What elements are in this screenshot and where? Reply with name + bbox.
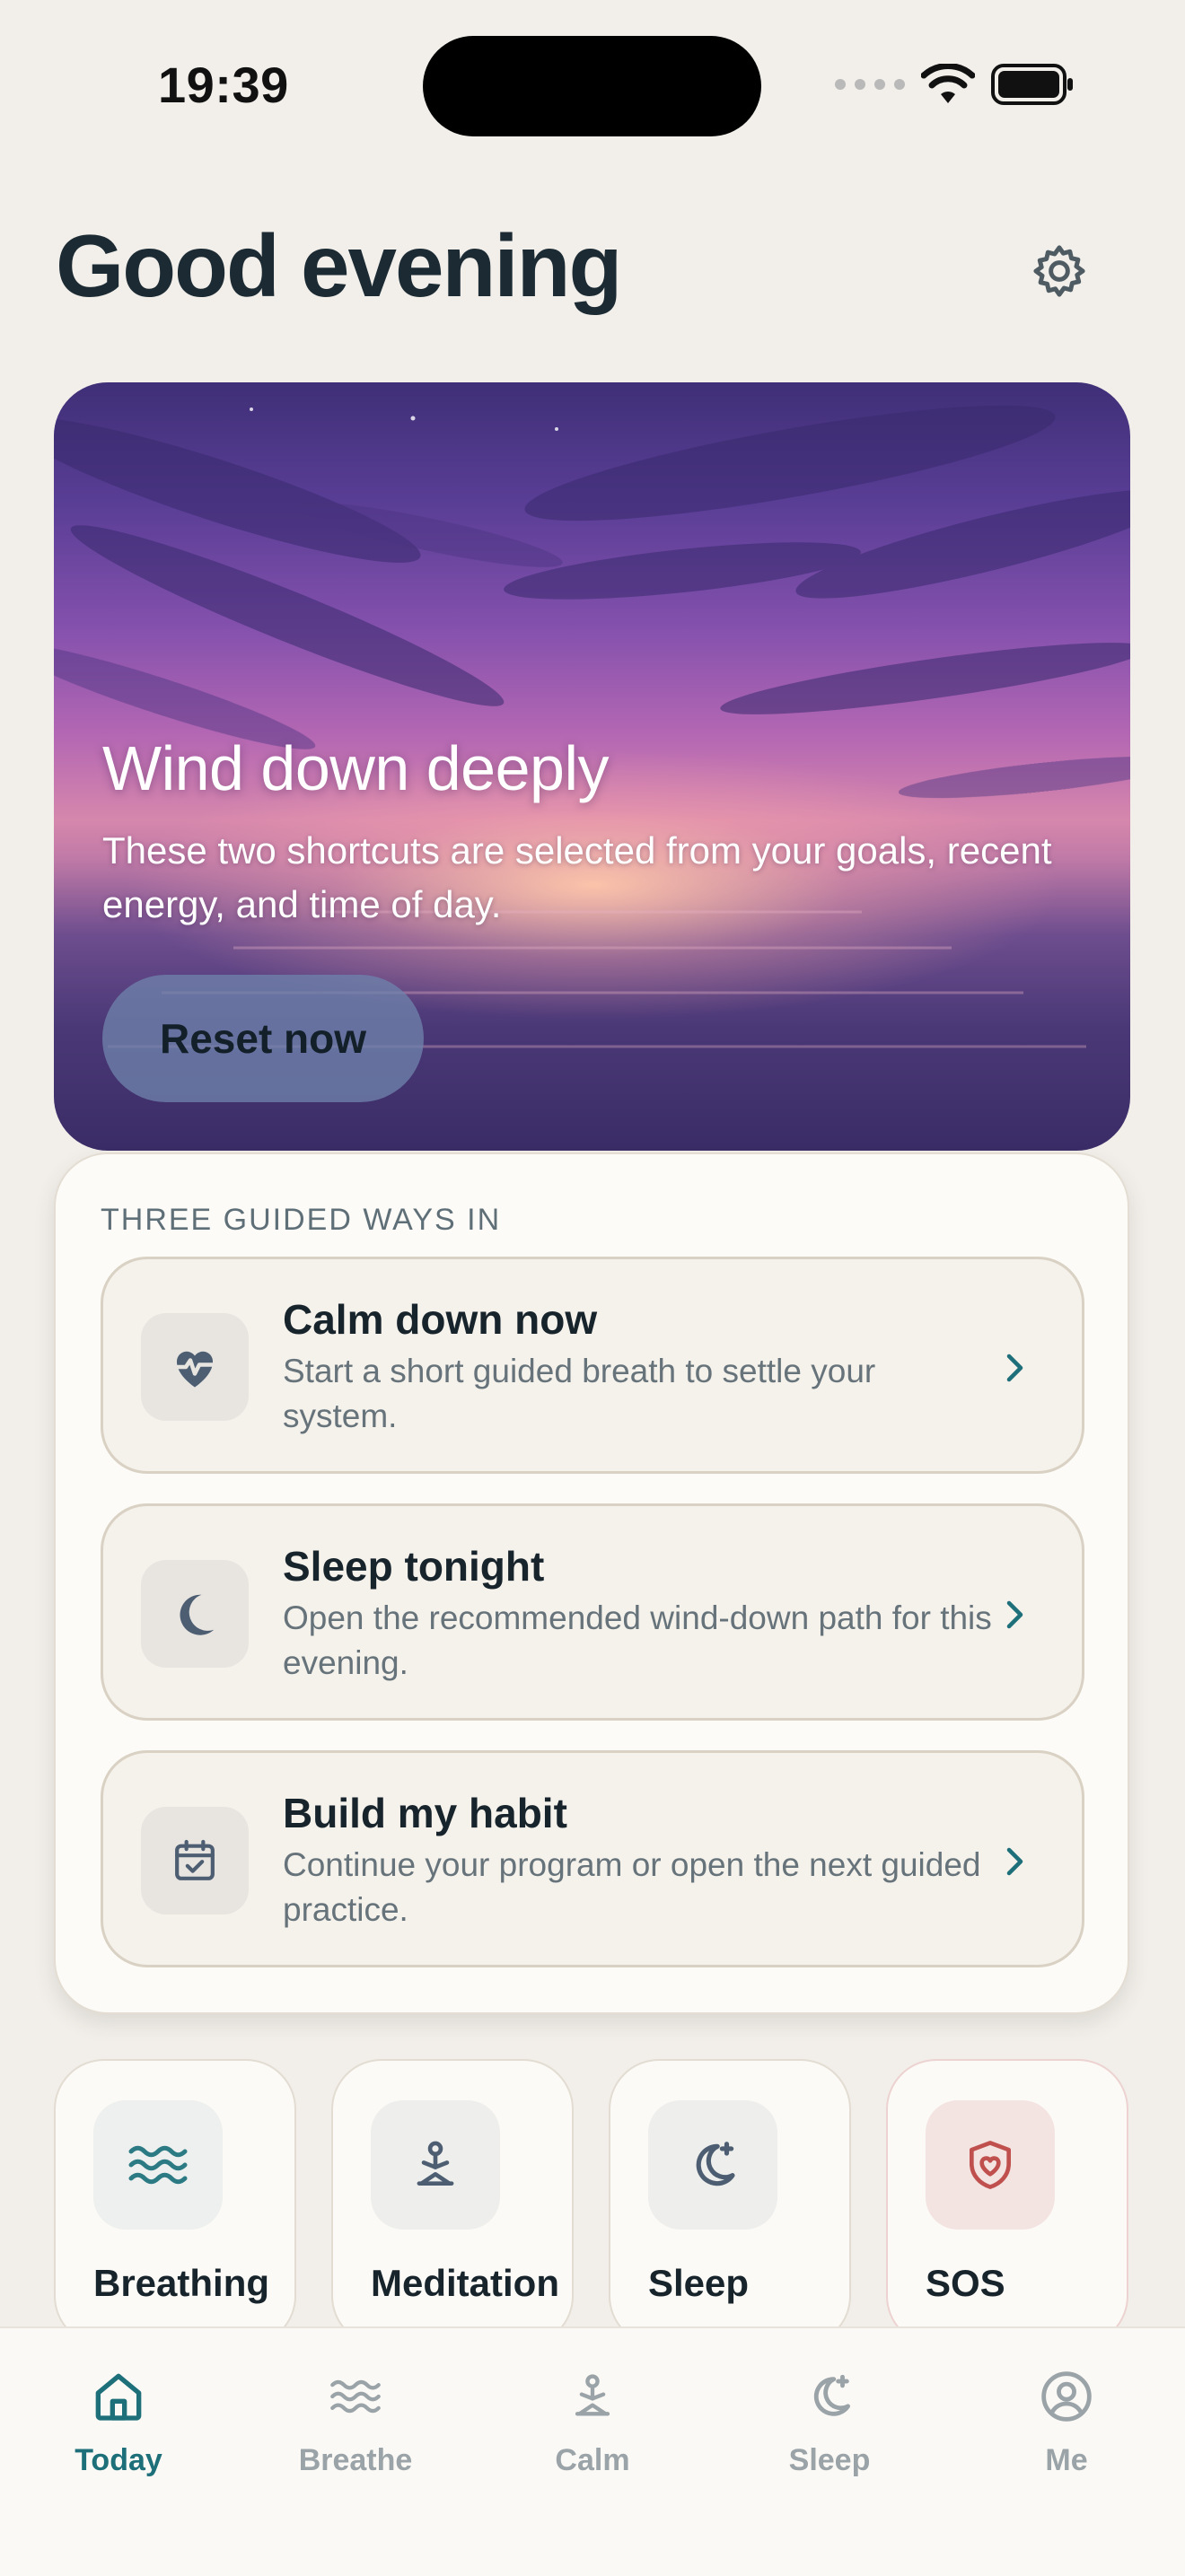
gear-icon [1033,245,1085,297]
tab-breathe[interactable]: Breathe [266,2361,445,2486]
profile-icon [1031,2361,1102,2432]
hero-title: Wind down deeply [102,733,610,803]
moon-icon [141,1560,249,1668]
waves-icon [93,2100,223,2230]
breathing-tile[interactable]: Breathing [54,2059,296,2346]
section-label: THREE GUIDED WAYS IN [101,1203,502,1237]
option-title: Sleep tonight [283,1543,545,1590]
guided-ways-card: THREE GUIDED WAYS IN Calm down now Start… [54,1152,1129,2014]
meditation-icon [557,2361,628,2432]
dynamic-island [423,36,761,136]
tile-label: Sleep [648,2262,750,2304]
calm-down-now-option[interactable]: Calm down now Start a short guided breat… [101,1257,1084,1474]
tile-label: Breathing [93,2262,270,2304]
cellular-signal-icon [835,79,905,90]
chevron-right-icon [997,1592,1033,1637]
wifi-icon [921,64,975,103]
chevron-right-icon [997,1345,1033,1390]
tab-me[interactable]: Me [977,2361,1156,2486]
page-title: Good evening [56,216,622,315]
status-icons [835,59,1075,110]
tab-label: Calm [555,2443,630,2477]
option-title: Build my habit [283,1790,567,1836]
option-description: Start a short guided breath to settle yo… [283,1353,876,1434]
meditation-icon [371,2100,500,2230]
option-description: Open the recommended wind-down path for … [283,1599,992,1681]
waves-icon [320,2361,391,2432]
hero-subtitle: These two shortcuts are selected from yo… [102,829,1052,925]
tab-bar: Today Breathe Calm Sleep Me [0,2326,1185,2576]
option-description: Continue your program or open the next g… [283,1846,981,1928]
tab-label: Breathe [298,2443,413,2477]
sos-tile[interactable]: SOS [886,2059,1128,2346]
moon-star-icon [794,2361,865,2432]
tab-label: Today [75,2443,162,2477]
sleep-tonight-option[interactable]: Sleep tonight Open the recommended wind-… [101,1503,1084,1721]
status-time: 19:39 [158,57,289,113]
heart-pulse-icon [141,1313,249,1421]
build-my-habit-option[interactable]: Build my habit Continue your program or … [101,1750,1084,1967]
reset-now-button[interactable]: Reset now [102,975,424,1102]
shield-heart-icon [926,2100,1055,2230]
tab-sleep[interactable]: Sleep [740,2361,919,2486]
tab-label: Sleep [788,2443,871,2477]
tile-label: Meditation [371,2262,557,2304]
sleep-tile[interactable]: Sleep [609,2059,851,2346]
moon-star-icon [648,2100,777,2230]
battery-icon [991,64,1073,105]
tab-calm[interactable]: Calm [503,2361,682,2486]
calendar-check-icon [141,1807,249,1914]
tile-label: SOS [926,2262,1005,2304]
settings-button[interactable] [1023,235,1095,307]
chevron-right-icon [997,1839,1033,1884]
tab-label: Me [1045,2443,1088,2477]
option-title: Calm down now [283,1296,598,1343]
home-icon [83,2361,154,2432]
tab-today[interactable]: Today [29,2361,208,2486]
meditation-tile[interactable]: Meditation [331,2059,574,2346]
hero-card: Wind down deeply These two shortcuts are… [54,382,1130,1151]
